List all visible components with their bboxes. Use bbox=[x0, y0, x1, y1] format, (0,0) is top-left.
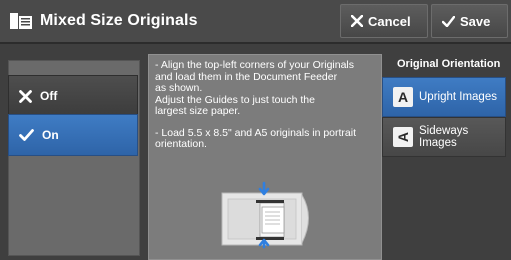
document-feeder-diagram bbox=[221, 181, 309, 249]
on-option-button[interactable]: On bbox=[8, 114, 138, 156]
mixed-size-originals-icon bbox=[10, 13, 32, 29]
upright-images-label: Upright Images bbox=[419, 91, 497, 103]
off-option-label: Off bbox=[40, 89, 58, 103]
checkmark-icon bbox=[19, 129, 34, 141]
save-button[interactable]: Save bbox=[431, 4, 508, 38]
title-bar: Mixed Size Originals Cancel Save bbox=[0, 0, 511, 44]
sideways-orientation-icon: A bbox=[393, 127, 413, 147]
title-group: Mixed Size Originals bbox=[10, 11, 198, 31]
upright-orientation-icon: A bbox=[393, 87, 413, 107]
page-title: Mixed Size Originals bbox=[40, 12, 198, 29]
close-icon bbox=[19, 89, 32, 103]
sideways-images-button[interactable]: A Sideways Images bbox=[382, 117, 506, 157]
instructions-text: - Align the top-left corners of your Ori… bbox=[155, 59, 377, 151]
sideways-glyph: A bbox=[395, 131, 411, 143]
close-icon bbox=[351, 15, 363, 27]
orientation-heading: Original Orientation bbox=[397, 58, 501, 70]
checkmark-icon bbox=[442, 15, 455, 27]
off-option-button[interactable]: Off bbox=[8, 75, 138, 117]
on-option-label: On bbox=[42, 128, 59, 142]
cancel-button-label: Cancel bbox=[368, 13, 411, 29]
instruction-paragraph-2: - Load 5.5 x 8.5" and A5 originals in po… bbox=[155, 126, 357, 150]
instructions-panel: - Align the top-left corners of your Ori… bbox=[148, 54, 382, 260]
sideways-images-label: Sideways Images bbox=[419, 125, 469, 149]
instruction-paragraph-1: - Align the top-left corners of your Ori… bbox=[155, 59, 355, 117]
cancel-button[interactable]: Cancel bbox=[340, 4, 428, 38]
save-button-label: Save bbox=[460, 13, 491, 29]
upright-images-button[interactable]: A Upright Images bbox=[382, 77, 506, 117]
